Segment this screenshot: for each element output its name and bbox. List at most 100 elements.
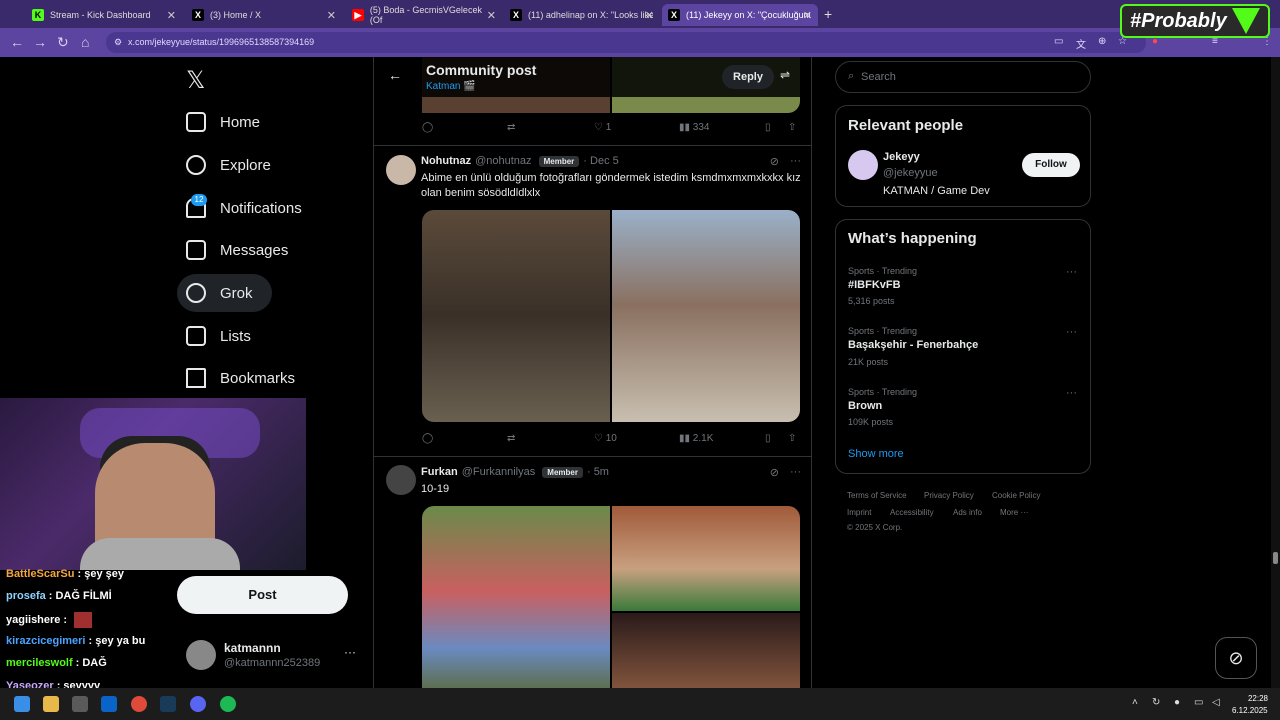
grok-post-icon[interactable]: ⊘ [770, 466, 779, 479]
close-icon[interactable]: ✕ [327, 9, 336, 22]
post-image[interactable] [612, 613, 800, 688]
bookmark-icon[interactable]: ▯ [765, 433, 771, 444]
url-field[interactable]: ⚙ x.com/jekeyyue/status/1996965138587394… [106, 32, 1146, 53]
steam-icon[interactable] [160, 696, 176, 712]
follow-button[interactable]: Follow [1022, 153, 1080, 177]
tab-x-home[interactable]: X (3) Home / X ✕ [186, 4, 342, 26]
sync-icon[interactable]: ↻ [1152, 697, 1160, 708]
show-more-link[interactable]: Show more [848, 448, 904, 460]
trend-more-icon[interactable]: ··· [1066, 387, 1077, 399]
translate-icon[interactable]: 文 [1076, 36, 1086, 51]
avatar[interactable] [848, 150, 878, 180]
post-image[interactable] [422, 210, 610, 422]
footer-link[interactable]: More ··· [1000, 508, 1028, 517]
post-button[interactable]: Post [177, 576, 348, 614]
clock-time[interactable]: 22:28 [1244, 694, 1268, 703]
close-icon[interactable]: ✕ [487, 9, 496, 22]
reply-icon[interactable]: ◯ [422, 433, 433, 444]
home-icon[interactable]: ⌂ [81, 34, 89, 50]
probably-logo-overlay: #Probably [1120, 4, 1270, 38]
like-button[interactable]: ♡ 10 [594, 433, 617, 444]
grok-post-icon[interactable]: ⊘ [770, 155, 779, 168]
chrome-icon[interactable] [131, 696, 147, 712]
footer-link[interactable]: Cookie Policy [992, 491, 1040, 500]
like-button[interactable]: ♡ 1 [594, 122, 611, 133]
trend-more-icon[interactable]: ··· [1066, 326, 1077, 338]
views-button[interactable]: ▮▮ 334 [679, 122, 709, 133]
footer-link[interactable]: Terms of Service [847, 491, 907, 500]
avatar[interactable] [186, 640, 216, 670]
footer-link[interactable]: Imprint [847, 508, 871, 517]
more-icon[interactable]: ··· [790, 466, 801, 478]
repost-icon[interactable]: ⇄ [507, 122, 515, 133]
reply-icon[interactable]: ◯ [422, 122, 433, 133]
avatar[interactable] [386, 465, 416, 495]
tab-adhelinap[interactable]: X (11) adhelinap on X: "Looks like ✕ [504, 4, 660, 26]
trend-name[interactable]: Başakşehir - Fenerbahçe [848, 339, 978, 351]
back-arrow-icon[interactable]: ← [388, 67, 402, 83]
close-icon[interactable]: ✕ [803, 9, 812, 22]
trend-name[interactable]: Brown [848, 400, 882, 412]
filter-icon[interactable]: ⇌ [780, 68, 790, 82]
nav-explore[interactable]: Explore [186, 155, 271, 175]
community-link[interactable]: Katman 🎬 [426, 81, 476, 92]
footer-link[interactable]: Privacy Policy [924, 491, 974, 500]
close-icon[interactable]: ✕ [645, 9, 654, 22]
chat-message: BattleScarSu: şey şey [6, 568, 124, 580]
back-icon[interactable]: ← [10, 34, 24, 50]
spotify-icon[interactable] [220, 696, 236, 712]
more-icon[interactable]: ··· [790, 155, 801, 167]
reply-button[interactable]: Reply [722, 65, 774, 89]
chevron-up-icon[interactable]: ˄ [1132, 697, 1138, 708]
nav-label: Bookmarks [220, 369, 296, 387]
nav-grok[interactable]: Grok [186, 283, 253, 303]
views-button[interactable]: ▮▮ 2.1K [679, 433, 713, 444]
post-author[interactable]: Nohutnaz @nohutnaz Member · Dec 5 [421, 155, 619, 167]
post-author[interactable]: Furkan @Furkannilyas Member · 5m [421, 466, 609, 478]
outlook-icon[interactable] [101, 696, 117, 712]
account-more-icon[interactable]: ··· [344, 645, 356, 659]
discord-icon[interactable] [190, 696, 206, 712]
store-icon[interactable] [72, 696, 88, 712]
nav-home[interactable]: Home [186, 112, 260, 132]
volume-icon[interactable]: ◁ [1212, 697, 1220, 708]
nav-lists[interactable]: Lists [186, 326, 251, 346]
cast-icon[interactable]: ▭ [1054, 36, 1063, 47]
close-icon[interactable]: ✕ [167, 9, 176, 22]
clock-date[interactable]: 6.12.2025 [1232, 706, 1272, 715]
trend-more-icon[interactable]: ··· [1066, 266, 1077, 278]
grok-floating-icon[interactable]: ⊘ [1215, 637, 1257, 679]
zoom-icon[interactable]: ⊕ [1098, 36, 1106, 47]
post-image[interactable] [612, 506, 800, 611]
site-info-icon[interactable]: ⚙ [114, 37, 122, 48]
windows-start-icon[interactable] [14, 696, 30, 712]
tab-youtube[interactable]: ▶ (5) Boda - GecmisVGelecek (Of ✕ [346, 4, 502, 26]
x-logo-icon[interactable]: 𝕏 [186, 66, 205, 94]
bookmark-icon[interactable]: ▯ [765, 122, 771, 133]
share-icon[interactable]: ⇧ [788, 122, 796, 133]
reload-icon[interactable]: ↻ [57, 34, 69, 51]
trend-name[interactable]: #IBFKvFB [848, 279, 901, 291]
chat-user: kirazcicegimeri [6, 635, 86, 647]
display-icon[interactable]: ▭ [1194, 697, 1203, 708]
share-icon[interactable]: ⇧ [788, 433, 796, 444]
post-image[interactable] [422, 506, 610, 688]
post-image[interactable] [612, 210, 800, 422]
footer-link[interactable]: Accessibility [890, 508, 934, 517]
nav-bookmarks[interactable]: Bookmarks [186, 368, 295, 388]
person-name[interactable]: Jekeyy [883, 151, 920, 163]
nav-messages[interactable]: Messages [186, 240, 288, 260]
forward-icon[interactable]: → [33, 34, 47, 50]
footer-link[interactable]: Ads info [953, 508, 982, 517]
mic-icon[interactable]: ● [1174, 697, 1180, 708]
avatar[interactable] [386, 155, 416, 185]
search-input[interactable]: ⌕ Search [835, 61, 1091, 93]
file-explorer-icon[interactable] [43, 696, 59, 712]
tab-jekeyy[interactable]: X (11) Jekeyy on X: "Çocukluğunu ✕ [662, 4, 818, 26]
scroll-thumb[interactable] [1273, 552, 1278, 564]
chat-message: yagiishere: [6, 612, 93, 628]
tab-kick-dashboard[interactable]: K Stream - Kick Dashboard ✕ [26, 4, 182, 26]
new-tab-button[interactable]: + [824, 6, 832, 22]
scrollbar[interactable] [1271, 57, 1280, 688]
repost-icon[interactable]: ⇄ [507, 433, 515, 444]
